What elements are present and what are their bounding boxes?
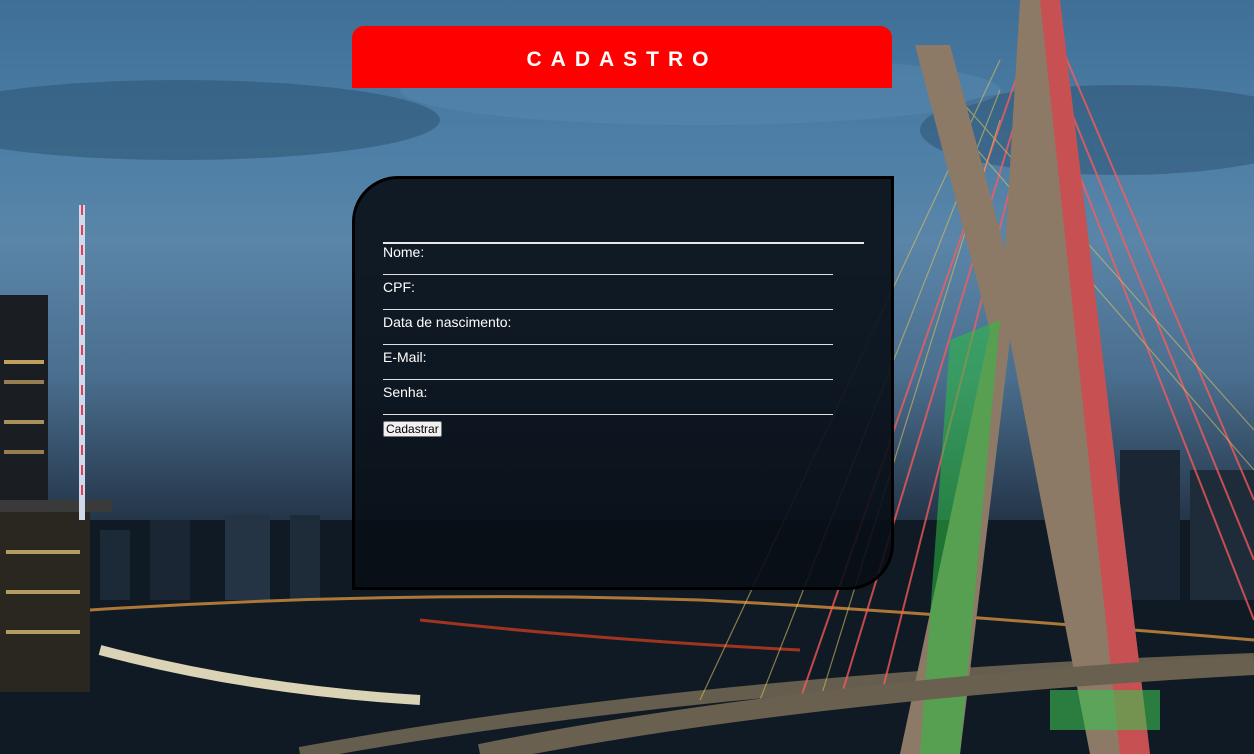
password-input[interactable] bbox=[383, 400, 833, 415]
page-title: CADASTRO bbox=[526, 48, 718, 71]
name-label: Nome: bbox=[383, 244, 425, 260]
password-field: Senha: bbox=[383, 384, 833, 415]
registration-form: Nome: CPF: Data de nascimento: E-Mail: S… bbox=[352, 176, 894, 590]
name-field: Nome: bbox=[383, 244, 833, 275]
name-input[interactable] bbox=[383, 260, 833, 275]
birthdate-input[interactable] bbox=[383, 330, 833, 345]
page-header: CADASTRO bbox=[352, 26, 892, 88]
email-input[interactable] bbox=[383, 365, 833, 380]
cpf-label: CPF: bbox=[383, 279, 415, 295]
cpf-field: CPF: bbox=[383, 279, 833, 310]
birthdate-field: Data de nascimento: bbox=[383, 314, 833, 345]
email-label: E-Mail: bbox=[383, 349, 427, 365]
email-field: E-Mail: bbox=[383, 349, 833, 380]
birthdate-label: Data de nascimento: bbox=[383, 314, 512, 330]
register-button[interactable]: Cadastrar bbox=[383, 421, 442, 437]
cpf-input[interactable] bbox=[383, 295, 833, 310]
password-label: Senha: bbox=[383, 384, 428, 400]
